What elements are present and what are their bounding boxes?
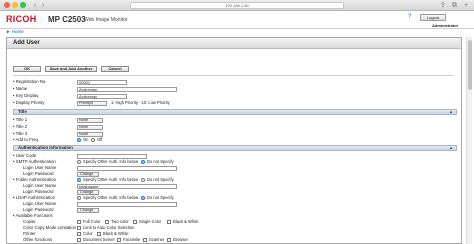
title1-label: • Title 1 xyxy=(13,117,28,122)
ricoh-logo: RICOH xyxy=(6,14,37,24)
facsimile-label: Facsimile xyxy=(123,237,141,242)
folder-change-password-button[interactable]: Change xyxy=(77,189,99,195)
document-server-checkbox[interactable] xyxy=(77,238,81,242)
zoom-window-icon[interactable] xyxy=(20,2,26,8)
add-user-panel: Add User OK Save and Add Another Cancel … xyxy=(6,37,462,244)
title2-select[interactable]: None xyxy=(77,124,103,130)
smtp-do-not-specify-label: Do not Specify xyxy=(147,159,174,164)
auth-section-header[interactable]: Authentication Information ▲ xyxy=(13,145,457,151)
scrollbar-thumb[interactable] xyxy=(468,40,472,90)
ldap-specify-radio[interactable] xyxy=(77,196,81,200)
smtp-specify-radio[interactable] xyxy=(77,160,81,164)
freq-off-label: Off xyxy=(97,137,103,142)
divider xyxy=(13,75,453,76)
copier-single-color-label: Single Color xyxy=(139,219,162,224)
folder-specify-label: Specify Other Auth. Info below xyxy=(83,177,139,182)
auth-section-label: Authentication Information xyxy=(18,145,73,150)
share-icon[interactable]: ⇪ xyxy=(440,1,446,10)
scanner-checkbox[interactable] xyxy=(143,238,147,242)
app-header: RICOH MP C2503 Web Image Monitor ? Logou… xyxy=(0,11,474,29)
ldap-login-user-field[interactable] xyxy=(77,201,177,207)
save-and-add-button[interactable]: Save and Add Another xyxy=(45,66,97,72)
title2-label: • Title 2 xyxy=(13,124,28,129)
title1-select[interactable]: None xyxy=(77,117,103,123)
limit-auto-color-checkbox[interactable] xyxy=(77,226,81,230)
key-display-label: • Key Display xyxy=(13,93,39,98)
freq-off-radio[interactable] xyxy=(91,138,95,142)
ok-button[interactable]: OK xyxy=(13,66,41,72)
forward-icon[interactable]: › xyxy=(42,1,44,10)
smtp-specify-label: Specify Other Auth. Info below xyxy=(83,159,139,164)
help-icon[interactable]: ? xyxy=(408,14,411,20)
app-name: Web Image Monitor xyxy=(84,17,128,23)
ldap-change-password-button[interactable]: Change xyxy=(77,207,99,213)
page-title: Add User xyxy=(7,38,461,49)
smtp-do-not-specify-radio[interactable] xyxy=(141,160,145,164)
ldap-do-not-specify-label: Do not Specify xyxy=(147,195,174,200)
title-section-label: Title xyxy=(18,109,27,114)
display-priority-label: • Display Priority xyxy=(13,100,45,105)
name-label: • Name xyxy=(13,86,28,91)
browser-label: Browser xyxy=(173,237,189,242)
tabs-icon[interactable]: ⧉ xyxy=(452,1,457,10)
vertical-scrollbar[interactable] xyxy=(466,37,472,244)
device-model: MP C2503 xyxy=(48,15,86,24)
registration-no-field[interactable]: 00001 xyxy=(77,79,127,85)
document-server-label: Document Server xyxy=(83,237,115,242)
logout-button[interactable]: Logout xyxy=(420,14,446,21)
folder-do-not-specify-radio[interactable] xyxy=(141,178,145,182)
copier-two-color-checkbox[interactable] xyxy=(105,220,109,224)
close-window-icon[interactable] xyxy=(4,2,10,8)
printer-black-white-checkbox[interactable] xyxy=(97,232,101,236)
back-icon[interactable]: ‹ xyxy=(34,1,36,10)
name-field[interactable]: Andremac xyxy=(77,86,177,92)
ldap-specify-label: Specify Other Auth. Info below xyxy=(83,195,139,200)
add-tab-icon[interactable]: + xyxy=(464,1,468,10)
title-section-header[interactable]: Title ▲ xyxy=(13,109,457,115)
cancel-button[interactable]: Cancel xyxy=(101,66,129,72)
folder-do-not-specify-label: Do not Specify xyxy=(147,177,174,182)
freq-on-radio[interactable] xyxy=(77,138,81,142)
user-code-field[interactable] xyxy=(77,153,147,159)
copier-full-color-checkbox[interactable] xyxy=(77,220,81,224)
folder-login-user-field[interactable]: totalmaster xyxy=(77,183,177,189)
registration-no-label: • Registration No. xyxy=(13,79,47,84)
browser-titlebar: ‹ › 192.168.1.80 ⇪ ⧉ + xyxy=(0,0,474,11)
add-to-freq-label: • Add to Freq. xyxy=(13,137,40,142)
folder-specify-radio[interactable] xyxy=(77,178,81,182)
other-functions-label: Other functions xyxy=(23,237,53,242)
current-user: Administrator xyxy=(432,23,459,28)
ldap-do-not-specify-radio[interactable] xyxy=(141,196,145,200)
copier-black-white-label: Black & White xyxy=(173,219,199,224)
browser-checkbox[interactable] xyxy=(167,238,171,242)
freq-on-label: On xyxy=(83,137,89,142)
copier-black-white-checkbox[interactable] xyxy=(167,220,171,224)
display-priority-select[interactable]: Priority5 xyxy=(77,100,107,106)
collapse-icon: ▲ xyxy=(449,109,453,114)
minimize-window-icon[interactable] xyxy=(12,2,18,8)
home-link[interactable]: ► Home xyxy=(6,29,24,34)
scanner-label: Scanner xyxy=(149,237,165,242)
printer-color-checkbox[interactable] xyxy=(77,232,81,236)
smtp-change-password-button[interactable]: Change xyxy=(77,171,99,177)
smtp-login-user-field[interactable] xyxy=(77,165,177,171)
copier-single-color-checkbox[interactable] xyxy=(133,220,137,224)
title3-select[interactable]: None xyxy=(77,131,103,137)
key-display-field[interactable]: Andremac xyxy=(77,93,127,99)
address-bar[interactable]: 192.168.1.80 xyxy=(130,2,344,9)
priority-hint: 1: High Priority - 10: Low Priority xyxy=(111,100,170,105)
collapse-icon: ▲ xyxy=(449,145,453,150)
facsimile-checkbox[interactable] xyxy=(117,238,121,242)
